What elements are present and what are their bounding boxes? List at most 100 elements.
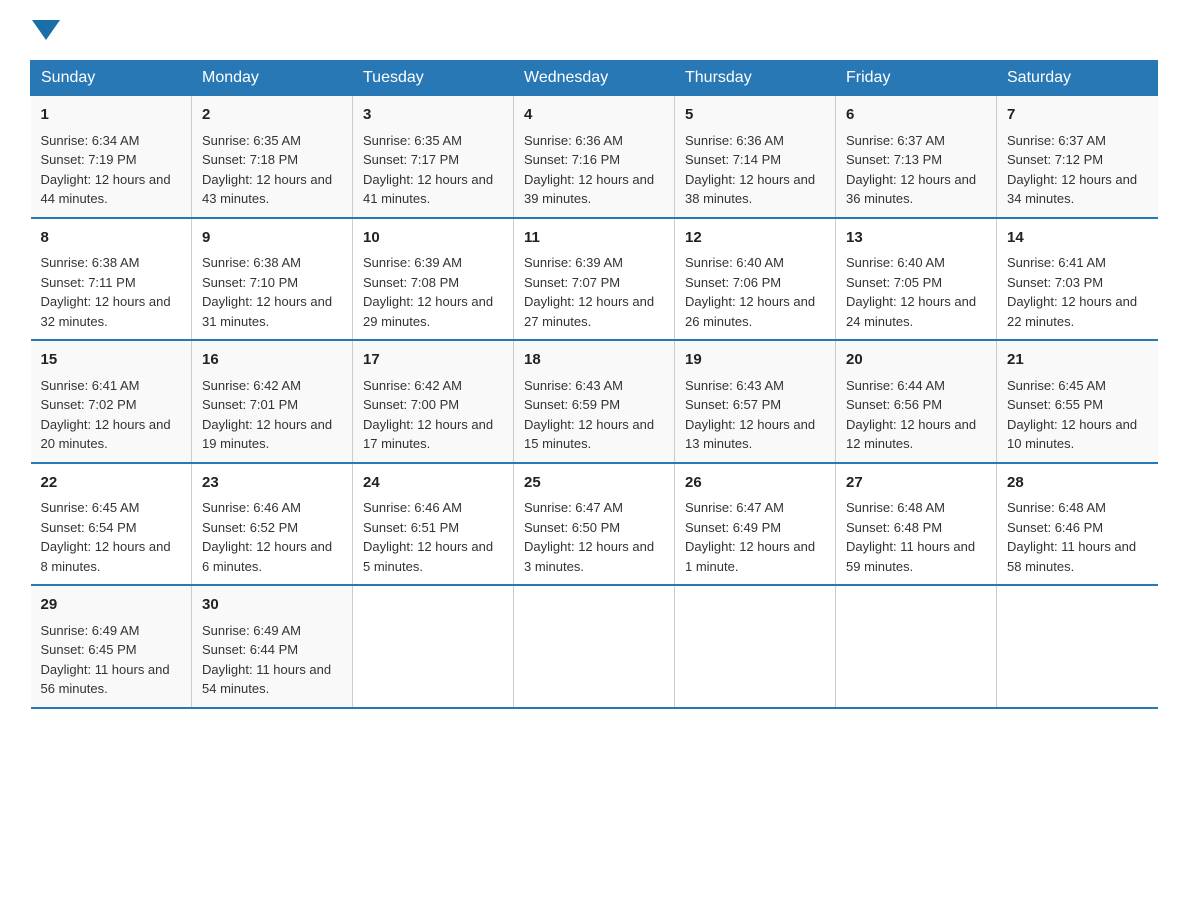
day-number: 3	[363, 104, 503, 127]
day-number: 6	[846, 104, 986, 127]
day-info: Sunrise: 6:34 AMSunset: 7:19 PMDaylight:…	[41, 133, 171, 207]
day-number: 1	[41, 104, 182, 127]
calendar-week-row: 1 Sunrise: 6:34 AMSunset: 7:19 PMDaylight…	[31, 96, 1158, 218]
day-info: Sunrise: 6:48 AMSunset: 6:48 PMDaylight:…	[846, 500, 975, 574]
calendar-header: Sunday Monday Tuesday Wednesday Thursday…	[31, 61, 1158, 96]
day-info: Sunrise: 6:41 AMSunset: 7:03 PMDaylight:…	[1007, 255, 1137, 329]
day-number: 5	[685, 104, 825, 127]
day-info: Sunrise: 6:38 AMSunset: 7:10 PMDaylight:…	[202, 255, 332, 329]
day-info: Sunrise: 6:44 AMSunset: 6:56 PMDaylight:…	[846, 378, 976, 452]
day-info: Sunrise: 6:46 AMSunset: 6:52 PMDaylight:…	[202, 500, 332, 574]
calendar-cell	[836, 585, 997, 708]
day-info: Sunrise: 6:46 AMSunset: 6:51 PMDaylight:…	[363, 500, 493, 574]
day-number: 22	[41, 472, 182, 495]
calendar-cell	[514, 585, 675, 708]
header-monday: Monday	[192, 61, 353, 96]
calendar-cell: 10 Sunrise: 6:39 AMSunset: 7:08 PMDayligh…	[353, 218, 514, 341]
day-number: 2	[202, 104, 342, 127]
calendar-week-row: 15 Sunrise: 6:41 AMSunset: 7:02 PMDayligh…	[31, 340, 1158, 463]
calendar-week-row: 22 Sunrise: 6:45 AMSunset: 6:54 PMDayligh…	[31, 463, 1158, 586]
calendar-cell: 12 Sunrise: 6:40 AMSunset: 7:06 PMDayligh…	[675, 218, 836, 341]
day-info: Sunrise: 6:36 AMSunset: 7:14 PMDaylight:…	[685, 133, 815, 207]
day-info: Sunrise: 6:35 AMSunset: 7:17 PMDaylight:…	[363, 133, 493, 207]
day-number: 16	[202, 349, 342, 372]
calendar-cell: 9 Sunrise: 6:38 AMSunset: 7:10 PMDaylight…	[192, 218, 353, 341]
day-info: Sunrise: 6:39 AMSunset: 7:08 PMDaylight:…	[363, 255, 493, 329]
calendar-cell: 2 Sunrise: 6:35 AMSunset: 7:18 PMDaylight…	[192, 96, 353, 218]
calendar-cell	[353, 585, 514, 708]
calendar-cell: 18 Sunrise: 6:43 AMSunset: 6:59 PMDayligh…	[514, 340, 675, 463]
calendar-week-row: 29Sunrise: 6:49 AMSunset: 6:45 PMDayligh…	[31, 585, 1158, 708]
day-number: 17	[363, 349, 503, 372]
day-info: Sunrise: 6:40 AMSunset: 7:06 PMDaylight:…	[685, 255, 815, 329]
logo-arrow-icon	[32, 20, 60, 40]
calendar-cell: 27 Sunrise: 6:48 AMSunset: 6:48 PMDayligh…	[836, 463, 997, 586]
day-info: Sunrise: 6:43 AMSunset: 6:57 PMDaylight:…	[685, 378, 815, 452]
calendar-table: Sunday Monday Tuesday Wednesday Thursday…	[30, 60, 1158, 709]
day-number: 4	[524, 104, 664, 127]
day-info: Sunrise: 6:47 AMSunset: 6:49 PMDaylight:…	[685, 500, 815, 574]
day-info: Sunrise: 6:41 AMSunset: 7:02 PMDaylight:…	[41, 378, 171, 452]
header-row: Sunday Monday Tuesday Wednesday Thursday…	[31, 61, 1158, 96]
page-header	[30, 20, 1158, 40]
day-number: 14	[1007, 227, 1148, 250]
day-number: 8	[41, 227, 182, 250]
day-info: Sunrise: 6:35 AMSunset: 7:18 PMDaylight:…	[202, 133, 332, 207]
day-number: 27	[846, 472, 986, 495]
calendar-cell: 24Sunrise: 6:46 AMSunset: 6:51 PMDayligh…	[353, 463, 514, 586]
calendar-cell: 15 Sunrise: 6:41 AMSunset: 7:02 PMDayligh…	[31, 340, 192, 463]
day-number: 26	[685, 472, 825, 495]
calendar-cell: 16 Sunrise: 6:42 AMSunset: 7:01 PMDayligh…	[192, 340, 353, 463]
header-saturday: Saturday	[997, 61, 1158, 96]
day-number: 28	[1007, 472, 1148, 495]
day-number: 13	[846, 227, 986, 250]
day-number: 7	[1007, 104, 1148, 127]
day-info: Sunrise: 6:43 AMSunset: 6:59 PMDaylight:…	[524, 378, 654, 452]
header-tuesday: Tuesday	[353, 61, 514, 96]
calendar-cell: 19Sunrise: 6:43 AMSunset: 6:57 PMDayligh…	[675, 340, 836, 463]
calendar-cell: 3 Sunrise: 6:35 AMSunset: 7:17 PMDaylight…	[353, 96, 514, 218]
day-number: 18	[524, 349, 664, 372]
calendar-cell: 17 Sunrise: 6:42 AMSunset: 7:00 PMDayligh…	[353, 340, 514, 463]
calendar-cell: 14 Sunrise: 6:41 AMSunset: 7:03 PMDayligh…	[997, 218, 1158, 341]
day-number: 12	[685, 227, 825, 250]
day-number: 30	[202, 594, 342, 617]
calendar-cell: 13 Sunrise: 6:40 AMSunset: 7:05 PMDayligh…	[836, 218, 997, 341]
day-number: 25	[524, 472, 664, 495]
header-friday: Friday	[836, 61, 997, 96]
day-info: Sunrise: 6:49 AMSunset: 6:44 PMDaylight:…	[202, 623, 331, 697]
calendar-cell: 30 Sunrise: 6:49 AMSunset: 6:44 PMDayligh…	[192, 585, 353, 708]
day-number: 10	[363, 227, 503, 250]
day-info: Sunrise: 6:36 AMSunset: 7:16 PMDaylight:…	[524, 133, 654, 207]
day-info: Sunrise: 6:42 AMSunset: 7:01 PMDaylight:…	[202, 378, 332, 452]
calendar-cell: 8 Sunrise: 6:38 AMSunset: 7:11 PMDaylight…	[31, 218, 192, 341]
calendar-cell: 26 Sunrise: 6:47 AMSunset: 6:49 PMDayligh…	[675, 463, 836, 586]
day-info: Sunrise: 6:45 AMSunset: 6:55 PMDaylight:…	[1007, 378, 1137, 452]
calendar-cell	[997, 585, 1158, 708]
calendar-cell: 29Sunrise: 6:49 AMSunset: 6:45 PMDayligh…	[31, 585, 192, 708]
calendar-cell: 22 Sunrise: 6:45 AMSunset: 6:54 PMDayligh…	[31, 463, 192, 586]
calendar-cell: 11 Sunrise: 6:39 AMSunset: 7:07 PMDayligh…	[514, 218, 675, 341]
calendar-week-row: 8 Sunrise: 6:38 AMSunset: 7:11 PMDaylight…	[31, 218, 1158, 341]
day-number: 29	[41, 594, 182, 617]
header-sunday: Sunday	[31, 61, 192, 96]
calendar-cell	[675, 585, 836, 708]
calendar-cell: 25 Sunrise: 6:47 AMSunset: 6:50 PMDayligh…	[514, 463, 675, 586]
day-number: 9	[202, 227, 342, 250]
day-number: 20	[846, 349, 986, 372]
day-number: 21	[1007, 349, 1148, 372]
header-wednesday: Wednesday	[514, 61, 675, 96]
logo	[30, 20, 62, 40]
day-info: Sunrise: 6:38 AMSunset: 7:11 PMDaylight:…	[41, 255, 171, 329]
calendar-cell: 23Sunrise: 6:46 AMSunset: 6:52 PMDayligh…	[192, 463, 353, 586]
day-info: Sunrise: 6:47 AMSunset: 6:50 PMDaylight:…	[524, 500, 654, 574]
day-info: Sunrise: 6:42 AMSunset: 7:00 PMDaylight:…	[363, 378, 493, 452]
calendar-cell: 20 Sunrise: 6:44 AMSunset: 6:56 PMDayligh…	[836, 340, 997, 463]
calendar-cell: 28Sunrise: 6:48 AMSunset: 6:46 PMDayligh…	[997, 463, 1158, 586]
day-info: Sunrise: 6:39 AMSunset: 7:07 PMDaylight:…	[524, 255, 654, 329]
day-info: Sunrise: 6:45 AMSunset: 6:54 PMDaylight:…	[41, 500, 171, 574]
day-number: 11	[524, 227, 664, 250]
calendar-cell: 5 Sunrise: 6:36 AMSunset: 7:14 PMDaylight…	[675, 96, 836, 218]
day-number: 15	[41, 349, 182, 372]
day-info: Sunrise: 6:40 AMSunset: 7:05 PMDaylight:…	[846, 255, 976, 329]
